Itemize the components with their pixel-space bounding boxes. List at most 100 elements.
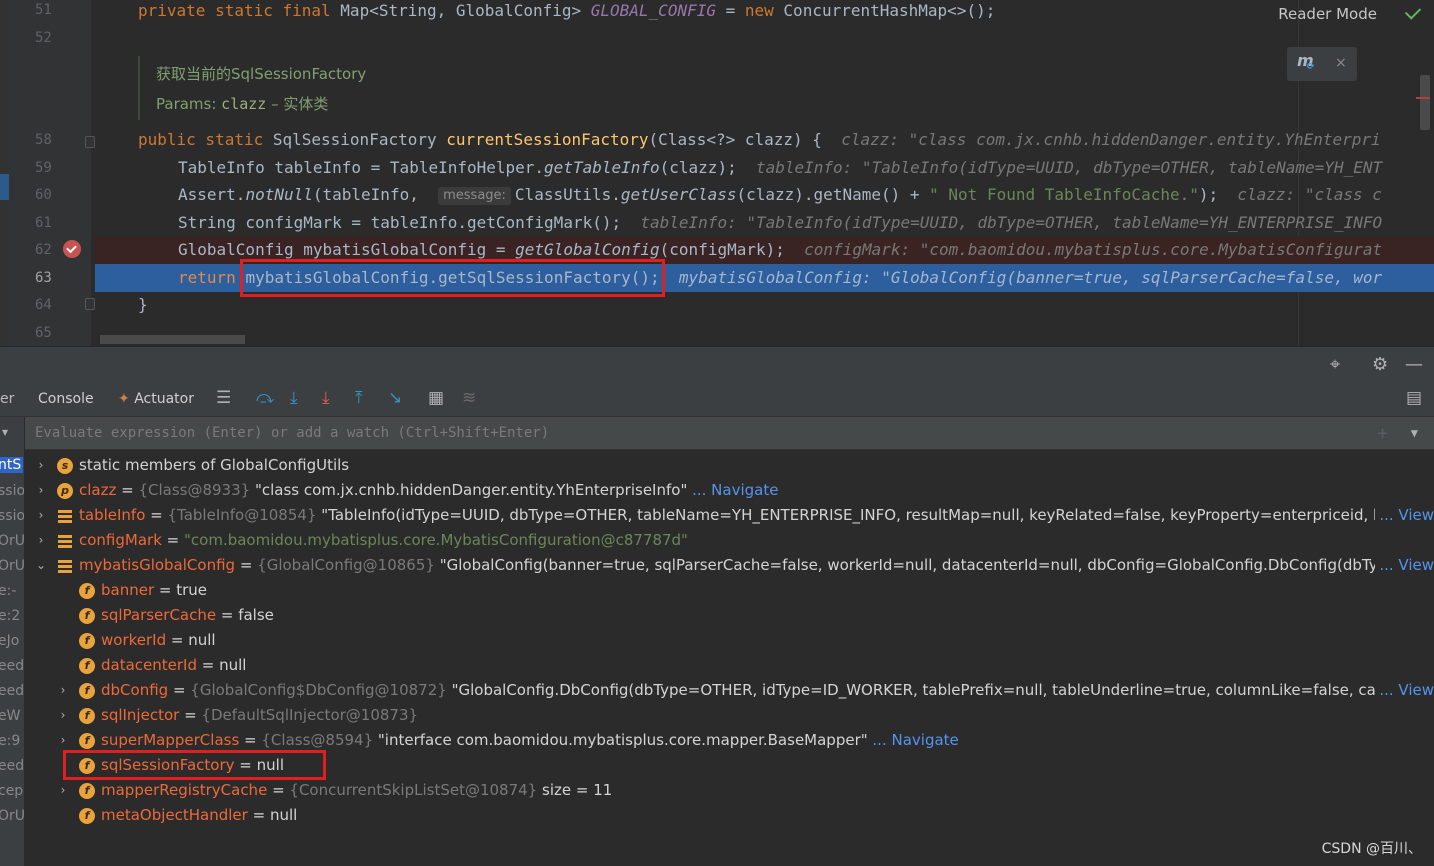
chevron-down-icon[interactable]: ▼	[1411, 417, 1418, 450]
variable-row[interactable]: › f sqlInjector = {DefaultSqlInjector@1087…	[25, 703, 1434, 728]
variable-type: {DefaultSqlInjector@10873}	[201, 706, 419, 724]
frame-item[interactable]: ssio	[0, 508, 24, 524]
view-link[interactable]: ... View	[1375, 503, 1434, 528]
variable-row[interactable]: f sqlParserCache = false	[25, 603, 1434, 628]
chevron-down-icon[interactable]: ⌄	[35, 553, 47, 578]
tab-console[interactable]: Console	[38, 391, 94, 407]
trace-stream-icon[interactable]: ≋	[462, 389, 476, 407]
frame-item[interactable]: e:-	[0, 583, 16, 599]
chevron-right-icon[interactable]: ›	[57, 778, 69, 803]
frame-item[interactable]: cep	[0, 783, 23, 799]
variable-equals: =	[145, 506, 168, 524]
variable-row[interactable]: f sqlSessionFactory = null	[25, 753, 1434, 778]
chevron-right-icon[interactable]: ›	[57, 678, 69, 703]
code-line-51[interactable]: private static final Map<String, GlobalC…	[95, 0, 1434, 25]
reader-mode-toggle[interactable]: Reader Mode	[1278, 5, 1377, 23]
error-stripe-mark[interactable]	[1416, 97, 1430, 99]
variable-row[interactable]: f datacenterId = null	[25, 653, 1434, 678]
field-icon: f	[79, 608, 95, 624]
frame-item[interactable]: e:9	[0, 733, 20, 749]
navigate-link[interactable]: ... Navigate	[687, 481, 778, 499]
frame-item[interactable]: eW	[0, 708, 20, 724]
evaluate-expression-icon[interactable]: ▦	[428, 389, 444, 407]
variable-value: null	[188, 631, 216, 649]
chevron-down-icon[interactable]: ▾	[2, 425, 8, 439]
code-line-62-breakpoint[interactable]: GlobalConfig mybatisGlobalConfig = getGl…	[95, 236, 1434, 264]
variable-row[interactable]: › p clazz = {Class@8933} "class com.jx.cnh…	[25, 478, 1434, 503]
chevron-right-icon[interactable]: ›	[35, 478, 47, 503]
frame-item[interactable]: OrU	[0, 533, 24, 549]
variable-row[interactable]: ⌄ mybatisGlobalConfig = {GlobalConfig@108…	[25, 553, 1434, 578]
step-into-icon[interactable]: ⤓	[322, 389, 330, 407]
fold-marker-icon[interactable]	[85, 298, 95, 310]
frame-item[interactable]: eed	[0, 758, 24, 774]
plugin-popup[interactable]: m ⟳ ×	[1287, 47, 1357, 81]
variable-row[interactable]: f workerId = null	[25, 628, 1434, 653]
code-line-58[interactable]: public static SqlSessionFactory currentS…	[95, 126, 1434, 154]
variable-value: false	[238, 606, 274, 624]
evaluate-expression-input[interactable]: Evaluate expression (Enter) or add a wat…	[25, 417, 1434, 450]
chevron-right-icon[interactable]: ›	[35, 453, 47, 478]
vertical-scrollbar[interactable]	[1420, 75, 1430, 130]
mybatisx-icon[interactable]: m ⟳	[1297, 51, 1315, 72]
variable-equals: =	[168, 681, 191, 699]
add-watch-icon[interactable]: +	[1377, 417, 1388, 450]
variable-row[interactable]: › f dbConfig = {GlobalConfig$DbConfig@1087…	[25, 678, 1434, 703]
variable-type: {Class@8594}	[261, 731, 378, 749]
variable-equals: =	[247, 806, 270, 824]
chevron-right-icon[interactable]: ›	[57, 703, 69, 728]
code-line-63-execution-point[interactable]: return mybatisGlobalConfig.getSqlSession…	[95, 259, 1434, 297]
close-icon[interactable]: ×	[1335, 55, 1347, 71]
frame-item[interactable]: e:2	[0, 608, 20, 624]
line-number-current: 63	[35, 270, 52, 286]
local-variable-icon	[57, 533, 73, 549]
variable-row[interactable]: › configMark = "com.baomidou.mybatisplus.…	[25, 528, 1434, 553]
frame-item[interactable]: eed	[0, 658, 24, 674]
run-to-cursor-icon[interactable]: ↘	[388, 389, 402, 407]
frame-item[interactable]: eed	[0, 683, 24, 699]
variable-row[interactable]: › f mapperRegistryCache = {ConcurrentSkipL…	[25, 778, 1434, 803]
view-link[interactable]: ... View	[1375, 553, 1434, 578]
line-number-gutter[interactable]: 51 52 58 59 60 61 62 63 64 65	[9, 0, 91, 346]
show-frames-icon[interactable]: ☰	[216, 389, 231, 407]
variable-row[interactable]: › tableInfo = {TableInfo@10854} "TableInf…	[25, 503, 1434, 528]
horizontal-scrollbar[interactable]	[100, 335, 245, 344]
step-over-icon[interactable]: ⤓	[290, 389, 298, 407]
breakpoint-icon[interactable]	[63, 240, 81, 258]
show-execution-point-icon[interactable]: ⤼	[256, 389, 274, 407]
frame-item[interactable]: ntS	[0, 457, 23, 473]
local-variable-icon	[57, 558, 73, 574]
variables-tree[interactable]: › s static members of GlobalConfigUtils › p c…	[25, 450, 1434, 866]
frame-item[interactable]: eJo	[0, 633, 19, 649]
code-line-61[interactable]: String configMark = tableInfo.getConfigM…	[95, 209, 1434, 237]
chevron-right-icon[interactable]: ›	[35, 503, 47, 528]
minimize-icon[interactable]: —	[1405, 356, 1423, 374]
code-line-64[interactable]: }	[95, 291, 1434, 319]
editor-left-strip	[0, 0, 9, 346]
frame-item[interactable]: OrU	[0, 558, 24, 574]
code-editor[interactable]: 51 52 58 59 60 61 62 63 64 65 private st…	[0, 0, 1434, 346]
chevron-right-icon[interactable]: ›	[35, 528, 47, 553]
frame-item[interactable]: ssio	[0, 483, 24, 499]
fold-marker-icon[interactable]	[85, 136, 95, 148]
gear-icon[interactable]: ⚙	[1372, 356, 1388, 374]
variable-row[interactable]: f metaObjectHandler = null	[25, 803, 1434, 828]
field-icon: f	[79, 633, 95, 649]
tab-debugger[interactable]: er	[0, 391, 14, 407]
variable-row[interactable]: f banner = true	[25, 578, 1434, 603]
variable-row[interactable]: › s static members of GlobalConfigUtils	[25, 453, 1434, 478]
layout-icon[interactable]: ▤	[1406, 389, 1422, 407]
frame-item[interactable]: OrU	[0, 808, 24, 824]
code-line-60[interactable]: Assert.notNull(tableInfo, message: ClassU…	[95, 181, 1434, 209]
step-out-icon[interactable]: ⤒	[355, 389, 363, 407]
view-link[interactable]: ... View	[1375, 678, 1434, 703]
chevron-right-icon[interactable]: ›	[57, 728, 69, 753]
current-frame-marker	[0, 174, 9, 200]
navigate-link[interactable]: ... Navigate	[868, 731, 958, 749]
target-icon[interactable]: ⌖	[1330, 356, 1340, 374]
code-line-59[interactable]: TableInfo tableInfo = TableInfoHelper.ge…	[95, 154, 1434, 182]
tab-actuator[interactable]: ✦ Actuator	[118, 391, 194, 407]
variable-row[interactable]: › f superMapperClass = {Class@8594} "inter…	[25, 728, 1434, 753]
frames-panel[interactable]: ▾ ntS ssio ssio OrU OrU e:- e:2 eJo eed …	[0, 417, 25, 866]
variable-name: sqlSessionFactory	[101, 756, 235, 774]
